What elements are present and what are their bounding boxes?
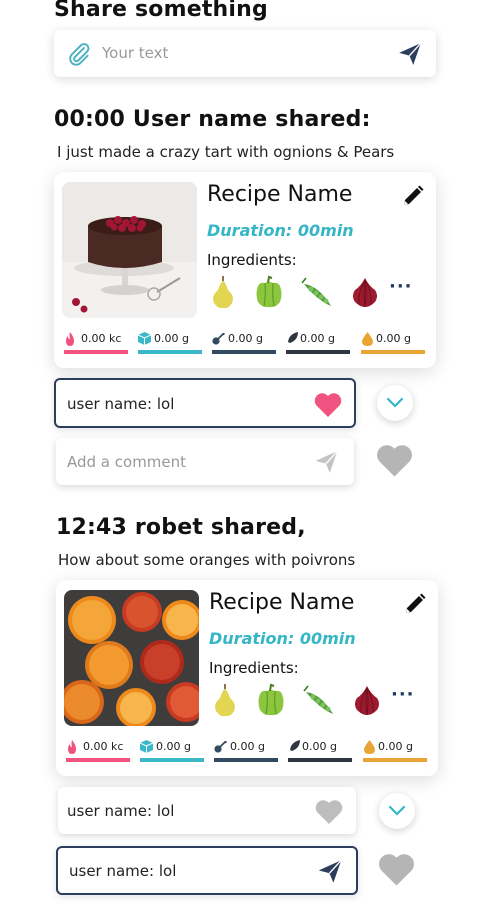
reply-text: user name: lol <box>69 862 177 880</box>
post-header: 00:00 User name shared: <box>54 107 371 132</box>
nutrition-sugar: 0.00 g <box>140 740 204 762</box>
nutrition-bar <box>288 758 352 762</box>
nutrition-value: 0.00 g <box>156 740 191 753</box>
drop-icon <box>364 740 375 754</box>
nutrition-bar <box>140 758 204 762</box>
nutrition-bar <box>138 350 202 354</box>
post-message: I just made a crazy tart with ognions & … <box>57 143 395 161</box>
add-comment-input[interactable]: Add a comment <box>56 438 354 485</box>
recipe-photo-oranges <box>64 590 199 726</box>
nutrition-fat: 0.00 g <box>361 332 425 354</box>
nutrition-fiber: 0.00 g <box>288 740 352 762</box>
post-header: 12:43 robet shared, <box>56 515 306 540</box>
nutrition-value: 0.00 kc <box>81 332 122 345</box>
more-ingredients-button[interactable]: ··· <box>391 684 415 705</box>
pepper-icon <box>256 275 282 308</box>
post-message: How about some oranges with poivrons <box>58 551 356 569</box>
nutrition-protein: 0.00 g <box>214 740 278 762</box>
nutrition-value: 0.00 g <box>378 740 413 753</box>
nutrition-value: 0.00 g <box>302 740 337 753</box>
nutrition-protein: 0.00 g <box>212 332 276 354</box>
nutrition-calories: 0.00 kc <box>64 332 128 354</box>
leaf-icon <box>288 332 298 343</box>
share-placeholder: Your text <box>102 44 169 62</box>
heart-icon[interactable] <box>315 799 343 824</box>
cube-icon <box>140 740 153 753</box>
nutrition-bar <box>361 350 425 354</box>
peas-icon <box>301 277 331 306</box>
nutrition-bar <box>64 350 128 354</box>
recipe-duration: Duration: 00min <box>209 629 356 648</box>
nutrition-value: 0.00 g <box>154 332 189 345</box>
send-icon[interactable] <box>316 858 344 885</box>
nutrition-bar <box>286 350 350 354</box>
share-input[interactable]: Your text <box>54 30 436 77</box>
send-icon[interactable] <box>313 449 340 475</box>
ingredients-label: Ingredients: <box>207 251 297 269</box>
comment-text: user name: lol <box>67 802 175 820</box>
recipe-name: Recipe Name <box>209 590 355 615</box>
more-ingredients-button[interactable]: ··· <box>389 276 413 297</box>
nutrition-bar <box>212 350 276 354</box>
pencil-icon[interactable] <box>403 592 427 616</box>
onion-icon <box>355 686 379 716</box>
comment-text: user name: lol <box>67 395 175 413</box>
drop-icon <box>362 332 373 346</box>
nutrition-value: 0.00 g <box>230 740 265 753</box>
share-heading: Share something <box>54 0 268 22</box>
nutrition-value: 0.00 g <box>228 332 263 345</box>
reply-input[interactable]: user name: lol <box>56 846 358 895</box>
nutrition-bar <box>66 758 130 762</box>
add-comment-placeholder: Add a comment <box>67 453 187 471</box>
drumstick-icon <box>212 333 225 345</box>
recipe-card[interactable]: Recipe Name Duration: 00min Ingredients:… <box>54 172 436 368</box>
pepper-icon <box>258 683 284 716</box>
paperclip-icon[interactable] <box>66 41 92 67</box>
nutrition-value: 0.00 g <box>300 332 335 345</box>
drumstick-icon <box>214 741 227 753</box>
nutrition-calories: 0.00 kc <box>66 740 130 762</box>
recipe-photo-cake <box>62 182 197 318</box>
nutrition-fat: 0.00 g <box>363 740 427 762</box>
chevron-down-icon <box>386 397 404 408</box>
heart-icon[interactable] <box>378 852 415 886</box>
comment-item[interactable]: user name: lol <box>54 378 356 428</box>
pear-icon <box>215 684 235 717</box>
ingredients-label: Ingredients: <box>209 659 299 677</box>
chevron-down-icon <box>388 805 406 816</box>
recipe-card[interactable]: Recipe Name Duration: 00min Ingredients:… <box>56 580 438 776</box>
nutrition-value: 0.00 kc <box>83 740 124 753</box>
pear-icon <box>213 276 233 309</box>
heart-icon[interactable] <box>314 392 342 417</box>
nutrition-value: 0.00 g <box>376 332 411 345</box>
nutrition-fiber: 0.00 g <box>286 332 350 354</box>
nutrition-bar <box>363 758 427 762</box>
expand-comments-button[interactable] <box>377 385 413 421</box>
onion-icon <box>353 278 377 308</box>
nutrition-bar <box>214 758 278 762</box>
pencil-icon[interactable] <box>401 184 425 208</box>
peas-icon <box>303 685 333 714</box>
leaf-icon <box>290 740 300 751</box>
cube-icon <box>138 332 151 345</box>
send-icon[interactable] <box>397 41 423 67</box>
nutrition-sugar: 0.00 g <box>138 332 202 354</box>
expand-comments-button[interactable] <box>379 793 415 829</box>
recipe-duration: Duration: 00min <box>207 221 354 240</box>
heart-icon[interactable] <box>376 443 413 477</box>
recipe-name: Recipe Name <box>207 182 353 207</box>
flame-icon <box>68 740 76 754</box>
comment-item[interactable]: user name: lol <box>58 787 356 834</box>
flame-icon <box>66 332 74 346</box>
